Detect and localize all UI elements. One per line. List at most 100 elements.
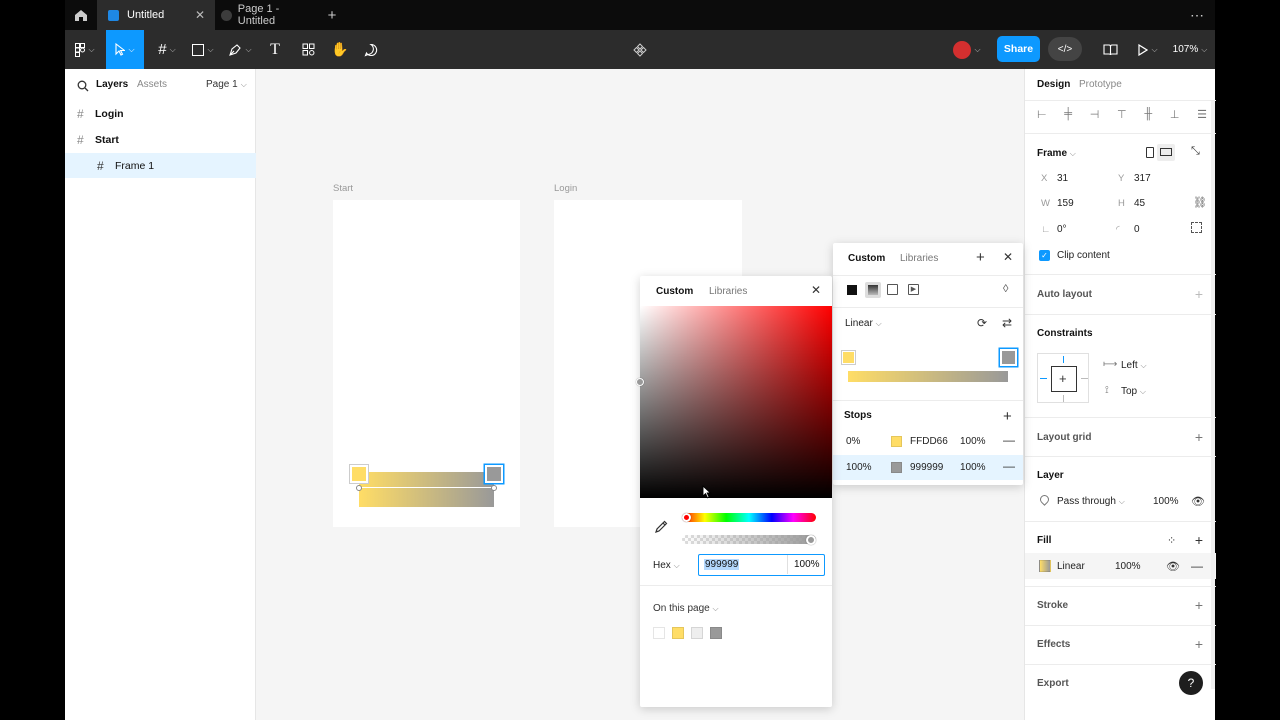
tab-prototype[interactable]: Page 1 - Untitled (215, 0, 318, 30)
fill-visibility-icon[interactable]: 👁 (1166, 560, 1180, 573)
stop-opacity[interactable]: 100% (960, 462, 986, 473)
library-button[interactable] (1100, 30, 1120, 69)
align-top-icon[interactable]: ⊤ (1117, 108, 1127, 122)
eyedropper-icon[interactable] (654, 520, 668, 534)
flip-gradient-icon[interactable]: ⇄ (1002, 316, 1012, 330)
tab-prototype-panel[interactable]: Prototype (1079, 79, 1122, 90)
styles-icon[interactable]: ⁘ (1167, 534, 1176, 547)
gradient-end-handle[interactable] (491, 485, 497, 491)
constraint-top-line[interactable] (1063, 356, 1064, 363)
opacity-input[interactable]: 100% (794, 559, 820, 570)
page-selector[interactable]: Page 1 ⌵ (206, 79, 247, 90)
w-input[interactable]: 159 (1057, 198, 1074, 209)
search-icon[interactable] (77, 80, 89, 92)
tab-design[interactable]: Design (1037, 79, 1070, 90)
add-layout-grid-icon[interactable]: + (1195, 430, 1203, 444)
close-tab-icon[interactable]: ✕ (195, 8, 205, 22)
blend-mode-select[interactable]: Pass through ⌵ (1057, 496, 1125, 507)
add-fill-icon[interactable]: + (1195, 533, 1203, 547)
align-left-icon[interactable]: ⊢ (1037, 108, 1047, 122)
tab-layers[interactable]: Layers (96, 79, 128, 90)
eye-icon[interactable]: 👁 (1191, 495, 1205, 508)
component-tool[interactable] (629, 30, 651, 69)
align-bottom-icon[interactable]: ⊥ (1170, 108, 1180, 122)
color-source-select[interactable]: On this page ⌵ (653, 603, 719, 614)
stop-handle-yellow[interactable] (842, 351, 855, 364)
hex-input-group[interactable]: 999999 100% (698, 554, 825, 576)
resize-to-fit-icon[interactable]: ⤡ (1191, 145, 1200, 158)
fill-type-label[interactable]: Linear (1057, 561, 1085, 572)
remove-stop-icon[interactable]: — (1003, 433, 1015, 447)
fill-tab-custom[interactable]: Custom (848, 253, 885, 264)
close-picker-icon[interactable]: ✕ (811, 283, 821, 297)
landscape-toggle[interactable] (1157, 144, 1175, 161)
distribute-icon[interactable]: ☰ (1197, 108, 1207, 122)
color-format-select[interactable]: Hex ⌵ (653, 560, 680, 571)
opacity-slider[interactable] (682, 535, 816, 544)
vertical-constraint-select[interactable]: Top ⌵ (1121, 386, 1146, 397)
constraint-left-line[interactable] (1040, 378, 1047, 379)
clip-content-checkbox[interactable]: ✓ (1039, 250, 1050, 261)
constrain-proportions-icon[interactable]: ⛓ (1193, 196, 1207, 209)
add-auto-layout-icon[interactable]: + (1195, 287, 1203, 301)
frame-label-start[interactable]: Start (333, 183, 353, 194)
hex-input[interactable]: 999999 (704, 559, 740, 570)
fill-opacity-input[interactable]: 100% (1115, 561, 1141, 572)
hand-tool[interactable]: ✋ (328, 30, 352, 69)
gradient-type-select[interactable]: Linear ⌵ (845, 318, 882, 329)
close-fill-popup-icon[interactable]: ✕ (1003, 250, 1013, 264)
frame-tool[interactable]: # ⌵ (151, 30, 183, 69)
gradient-preview-bar[interactable] (848, 371, 1008, 382)
frame-section-title[interactable]: Frame ⌵ (1037, 148, 1076, 159)
gradient-stop-yellow[interactable] (350, 465, 368, 483)
add-stroke-icon[interactable]: + (1195, 598, 1203, 612)
layer-item-start[interactable]: # Start (65, 127, 256, 152)
constraint-right-line[interactable] (1081, 378, 1088, 379)
portrait-icon[interactable] (1146, 147, 1154, 158)
rotation-input[interactable]: 0° (1057, 224, 1067, 235)
help-button[interactable]: ? (1179, 671, 1203, 695)
remove-fill-icon[interactable]: — (1191, 559, 1203, 573)
share-button[interactable]: Share (997, 36, 1040, 62)
remove-stop-icon[interactable]: — (1003, 459, 1015, 473)
picker-tab-custom[interactable]: Custom (656, 286, 693, 297)
present-button[interactable]: ⌵ (1135, 30, 1161, 69)
panel-scrollbar[interactable] (1211, 101, 1215, 689)
solid-fill-icon[interactable] (847, 285, 857, 295)
stop-row-0[interactable]: 0% FFDD66 100% — (833, 429, 1023, 454)
more-icon[interactable]: ⋯ (1185, 0, 1209, 30)
pen-tool[interactable]: ⌵ (223, 30, 257, 69)
new-tab-button[interactable]: + (318, 0, 346, 30)
move-tool[interactable]: ⌵ (106, 30, 144, 69)
gradient-start-handle[interactable] (356, 485, 362, 491)
stop-position[interactable]: 0% (846, 436, 860, 447)
constraints-widget[interactable]: + (1037, 353, 1089, 403)
home-button[interactable] (65, 0, 97, 30)
user-avatar[interactable]: ⌵ (949, 30, 985, 69)
main-menu-button[interactable]: ⌵ (69, 30, 101, 69)
comment-tool[interactable] (359, 30, 383, 69)
h-input[interactable]: 45 (1134, 198, 1145, 209)
x-input[interactable]: 31 (1057, 173, 1068, 184)
radius-input[interactable]: 0 (1134, 224, 1140, 235)
stop-swatch-yellow[interactable] (891, 436, 902, 447)
add-style-icon[interactable]: + (976, 249, 985, 266)
align-center-v-icon[interactable]: ╫ (1144, 108, 1152, 122)
y-input[interactable]: 317 (1134, 173, 1151, 184)
page-color-yellow[interactable] (672, 627, 684, 639)
saturation-value-area[interactable] (640, 306, 832, 498)
add-effect-icon[interactable]: + (1195, 637, 1203, 651)
stop-row-1[interactable]: 100% 999999 100% — (833, 455, 1023, 480)
video-fill-icon[interactable]: ▶ (908, 284, 919, 295)
gradient-fill-toggle[interactable] (865, 282, 881, 298)
stop-hex[interactable]: FFDD66 (910, 436, 948, 447)
frame-label-login[interactable]: Login (554, 183, 577, 194)
image-fill-icon[interactable] (887, 284, 898, 295)
opacity-handle[interactable] (806, 535, 816, 545)
independent-corners-icon[interactable] (1191, 222, 1202, 233)
stop-opacity[interactable]: 100% (960, 436, 986, 447)
stop-swatch-gray[interactable] (891, 462, 902, 473)
constraint-bottom-line[interactable] (1063, 395, 1064, 402)
dev-mode-toggle[interactable]: </> (1048, 37, 1082, 61)
layer-item-frame-1[interactable]: # Frame 1 (65, 153, 256, 178)
